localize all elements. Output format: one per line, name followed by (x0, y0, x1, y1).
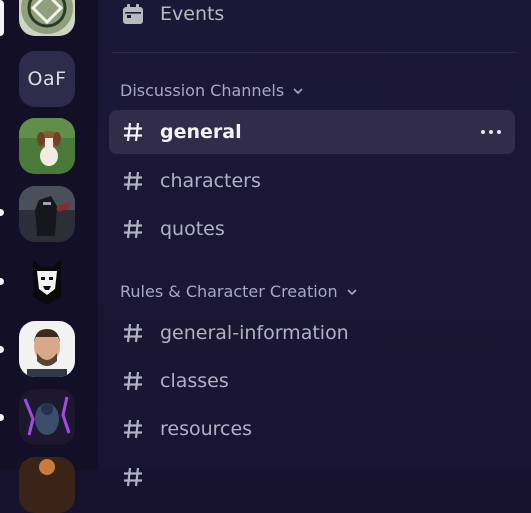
category-label: Rules & Character Creation (120, 282, 338, 301)
channel-label: general-information (160, 322, 349, 344)
unread-indicator (0, 209, 4, 216)
channel-classes[interactable]: classes (109, 359, 515, 403)
channel-resources[interactable]: resources (109, 407, 515, 451)
hash-icon (124, 122, 142, 142)
hash-icon (124, 467, 142, 487)
channel-label: quotes (160, 218, 225, 240)
calendar-icon (123, 4, 143, 24)
unread-indicator (0, 414, 4, 421)
server-icon-oaf[interactable]: OaF (19, 51, 75, 107)
hash-icon (124, 171, 142, 191)
channel-label: general (160, 121, 242, 143)
category-label: Discussion Channels (120, 81, 285, 100)
category-discussion-channels[interactable]: Discussion Channels (120, 81, 304, 100)
channel-label: resources (160, 418, 253, 440)
channel-label: characters (160, 170, 261, 192)
events-label: Events (160, 3, 225, 25)
server-icon-partial-top[interactable] (19, 0, 75, 36)
unread-indicator (0, 346, 4, 353)
hash-icon (124, 371, 142, 391)
server-initials: OaF (27, 68, 67, 90)
server-icon-man[interactable] (19, 321, 75, 377)
server-icon-dog[interactable] (19, 118, 75, 174)
hash-icon (124, 323, 142, 343)
channel-general[interactable]: general (109, 110, 515, 154)
channel-partial[interactable] (109, 455, 515, 499)
server-icon-knight[interactable] (19, 186, 75, 242)
server-rail: OaF (0, 0, 98, 513)
selected-server-indicator (0, 0, 4, 36)
channel-general-information[interactable]: general-information (109, 311, 515, 355)
channel-list: Events Discussion Channels general chara… (98, 0, 531, 487)
events-item[interactable]: Events (122, 0, 224, 28)
channel-characters[interactable]: characters (109, 159, 515, 203)
channel-quotes[interactable]: quotes (109, 207, 515, 251)
unread-indicator (0, 278, 4, 285)
more-options-icon[interactable] (481, 122, 501, 142)
divider (112, 52, 517, 53)
category-rules-character-creation[interactable]: Rules & Character Creation (120, 282, 358, 301)
server-icon-warrior[interactable] (19, 389, 75, 445)
chevron-down-icon (347, 288, 357, 295)
channel-label: classes (160, 370, 229, 392)
chevron-down-icon (293, 87, 303, 94)
server-icon-partial-bottom[interactable] (19, 457, 75, 513)
hash-icon (124, 419, 142, 439)
server-icon-mask[interactable] (19, 253, 75, 309)
hash-icon (124, 219, 142, 239)
